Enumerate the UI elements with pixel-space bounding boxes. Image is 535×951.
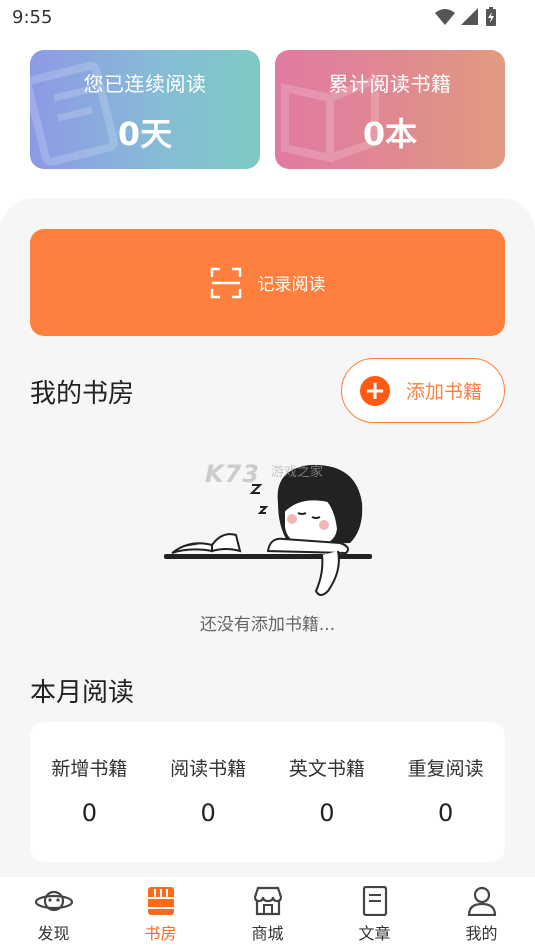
signal-icon <box>461 8 478 25</box>
wifi-icon <box>435 9 455 25</box>
nav-label: 书房 <box>144 924 177 943</box>
sleeping-reader-illustration <box>164 464 372 596</box>
monthly-stat-label: 英文书籍 <box>288 758 365 780</box>
continuous-reading-card: 您已连续阅读 0天 <box>30 50 260 169</box>
monthly-stats-card: 新增书籍 0 阅读书籍 0 英文书籍 0 重复阅读 0 <box>30 722 505 862</box>
nav-label: 商城 <box>251 924 284 943</box>
nav-label: 我的 <box>465 924 498 943</box>
plus-icon: + <box>360 375 390 406</box>
monthly-stat-value: 0 <box>200 799 216 827</box>
article-icon <box>362 886 387 916</box>
bookshelf-icon <box>147 887 174 915</box>
continuous-reading-value: 0天 <box>117 115 173 153</box>
nav-label: 发现 <box>37 924 70 943</box>
status-icons <box>435 7 497 27</box>
monthly-stat-new-books[interactable]: 新增书籍 0 <box>30 722 149 862</box>
store-icon <box>253 886 282 916</box>
watermark-logo: K73 <box>205 460 260 488</box>
nav-item-store[interactable]: 商城 <box>214 877 321 951</box>
scan-icon <box>210 267 241 298</box>
empty-bookroom-text: 还没有添加书籍... <box>199 615 336 635</box>
continuous-reading-label: 您已连续阅读 <box>83 72 207 96</box>
monthly-stat-value: 0 <box>81 799 98 827</box>
monthly-stat-label: 阅读书籍 <box>170 758 247 780</box>
status-bar: 9:55 <box>0 0 535 36</box>
nav-label: 文章 <box>358 924 391 943</box>
monthly-stat-reread[interactable]: 重复阅读 0 <box>386 722 505 862</box>
monthly-stat-english-books[interactable]: 英文书籍 0 <box>268 722 387 862</box>
monthly-reading-title: 本月阅读 <box>30 678 135 708</box>
bookroom-title: 我的书房 <box>30 379 135 409</box>
planet-icon <box>34 890 73 912</box>
bottom-nav: 发现 书房 商城 文章 我的 <box>0 877 535 951</box>
battery-icon <box>486 7 496 26</box>
total-books-card: 累计阅读书籍 0本 <box>275 50 505 169</box>
monthly-stat-label: 新增书籍 <box>51 758 128 780</box>
nav-item-bookroom[interactable]: 书房 <box>107 877 214 951</box>
add-book-button[interactable]: + 添加书籍 <box>341 358 505 423</box>
watermark-subtitle: 游戏之家 <box>271 465 324 480</box>
nav-item-profile[interactable]: 我的 <box>428 877 535 951</box>
add-book-label: 添加书籍 <box>406 381 483 403</box>
monthly-stat-label: 重复阅读 <box>407 758 484 780</box>
monthly-stat-read-books[interactable]: 阅读书籍 0 <box>149 722 268 862</box>
status-time: 9:55 <box>12 7 53 28</box>
monthly-stat-value: 0 <box>437 799 454 827</box>
nav-item-article[interactable]: 文章 <box>321 877 428 951</box>
profile-icon <box>467 886 496 916</box>
monthly-stat-value: 0 <box>319 799 335 827</box>
nav-item-discover[interactable]: 发现 <box>0 877 107 951</box>
record-reading-button[interactable]: 记录阅读 <box>30 229 505 336</box>
record-reading-label: 记录阅读 <box>257 275 326 295</box>
total-books-value: 0本 <box>362 115 418 153</box>
total-books-label: 累计阅读书籍 <box>328 72 452 96</box>
